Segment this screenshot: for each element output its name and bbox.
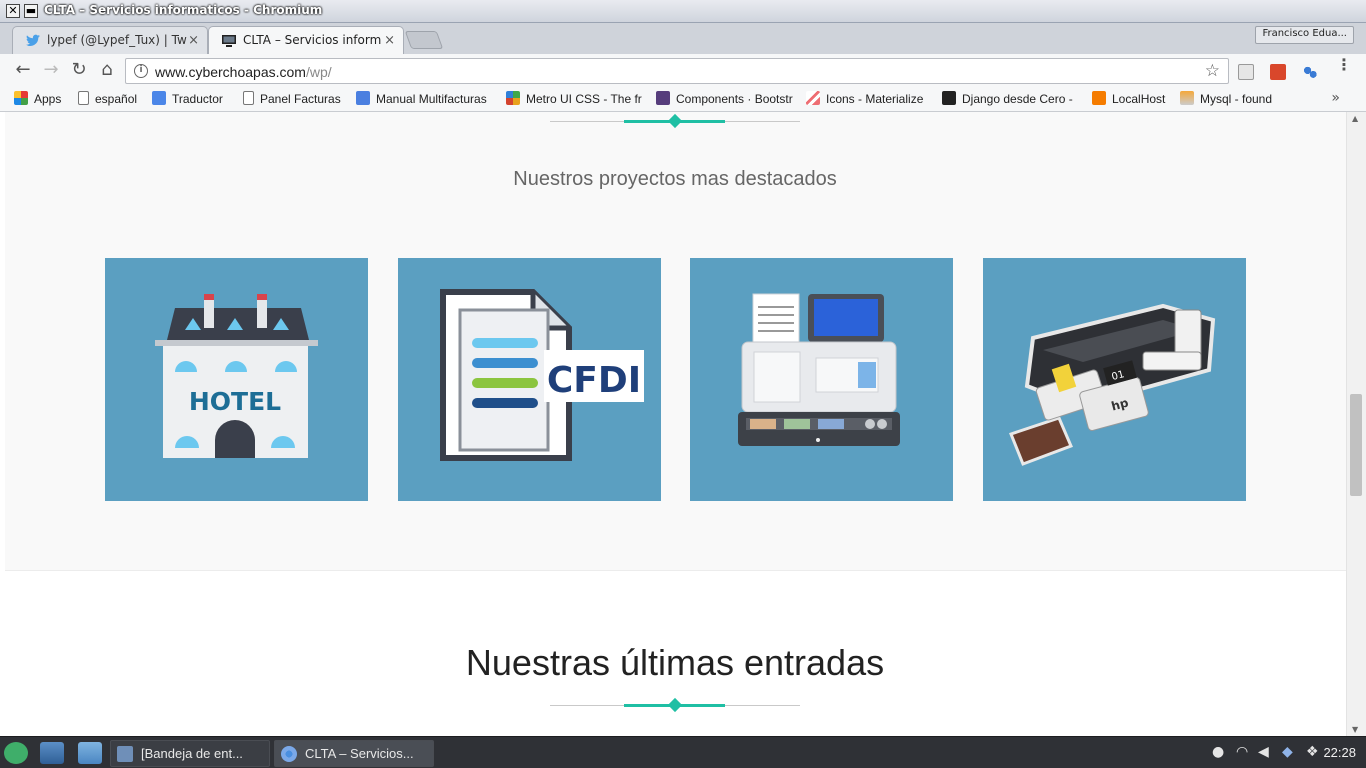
menu-icon[interactable]: ⋮ bbox=[1336, 57, 1352, 73]
chromium-icon bbox=[281, 746, 297, 762]
bookmark-metro-ui[interactable]: Metro UI CSS - The fr bbox=[506, 91, 644, 106]
new-tab-button[interactable] bbox=[404, 31, 444, 49]
start-menu-icon[interactable] bbox=[4, 742, 28, 764]
bookmark-traductor[interactable]: Traductor bbox=[152, 91, 223, 106]
cfdi-label: CFDI bbox=[547, 360, 641, 401]
bookmarks-bar: Apps español Traductor Panel Facturas Ma… bbox=[0, 87, 1366, 112]
bookmark-django[interactable]: Django desde Cero - bbox=[942, 91, 1080, 106]
user-icon[interactable]: ● bbox=[1212, 744, 1224, 760]
mail-app-icon bbox=[117, 746, 133, 762]
page-viewport: Nuestros proyectos mas destacados HOTEL bbox=[0, 112, 1346, 736]
materialize-icon bbox=[806, 91, 820, 105]
project-card-cash-register[interactable] bbox=[690, 258, 953, 501]
projects-subtitle: Nuestros proyectos mas destacados bbox=[513, 168, 837, 190]
tab-close-icon[interactable]: × bbox=[188, 33, 199, 48]
tab-clta[interactable]: CLTA – Servicios inform × bbox=[208, 26, 404, 54]
printer-cartridges-icon: hp 01 bbox=[1009, 303, 1216, 466]
bookmark-apps[interactable]: Apps bbox=[14, 91, 61, 106]
profile-button[interactable]: Francisco Edua... bbox=[1255, 26, 1354, 44]
back-button[interactable]: ← bbox=[12, 60, 34, 82]
windows-tiles-icon bbox=[506, 91, 520, 105]
bootstrap-icon bbox=[656, 91, 670, 105]
extension-page-icon[interactable] bbox=[1238, 64, 1254, 80]
project-card-printer-cartridges[interactable]: hp 01 bbox=[983, 258, 1246, 501]
extension-dots-icon[interactable] bbox=[1302, 64, 1318, 80]
bookmark-star-icon[interactable]: ☆ bbox=[1205, 61, 1220, 81]
bookmark-localhost[interactable]: LocalHost bbox=[1092, 91, 1165, 106]
project-card-hotel[interactable]: HOTEL bbox=[105, 258, 368, 501]
tab-close-icon[interactable]: × bbox=[384, 33, 395, 48]
page-icon bbox=[78, 91, 89, 105]
browser-toolbar: ← → ↻ ⌂ i www.cyberchoapas.com/wp/ ☆ ⋮ bbox=[0, 54, 1366, 87]
monitor-icon bbox=[222, 35, 236, 47]
volume-icon[interactable]: ◀ bbox=[1258, 744, 1269, 760]
bookmark-bootstrap[interactable]: Components · Bootstr bbox=[656, 91, 793, 106]
window-minimize-button[interactable]: ▬ bbox=[24, 4, 38, 18]
scroll-up-icon[interactable]: ▲ bbox=[1352, 114, 1358, 123]
bookmark-mysql[interactable]: Mysql - found bbox=[1180, 91, 1272, 106]
tab-strip: lypef (@Lypef_Tux) | Tw × CLTA – Servici… bbox=[0, 23, 1366, 54]
twitter-bird-icon bbox=[26, 34, 40, 46]
xampp-icon bbox=[1092, 91, 1106, 105]
google-translate-icon bbox=[152, 91, 166, 105]
reload-button[interactable]: ↻ bbox=[68, 60, 90, 82]
wifi-icon[interactable]: ◠ bbox=[1236, 744, 1248, 760]
hotel-sign: HOTEL bbox=[189, 387, 281, 416]
docs-icon bbox=[356, 91, 370, 105]
taskbar: [Bandeja de ent... CLTA – Servicios... ●… bbox=[0, 736, 1366, 768]
page-icon bbox=[243, 91, 254, 105]
bookmark-espanol[interactable]: español bbox=[78, 91, 137, 106]
info-icon[interactable]: i bbox=[134, 64, 148, 78]
glasses-icon bbox=[942, 91, 956, 105]
file-manager-icon[interactable] bbox=[78, 742, 102, 764]
tab-label: CLTA – Servicios inform bbox=[243, 33, 382, 47]
shield-icon[interactable]: ◆ bbox=[1282, 744, 1293, 760]
desktop-icon[interactable] bbox=[40, 742, 64, 764]
bookmark-panel-facturas[interactable]: Panel Facturas bbox=[243, 91, 341, 106]
cfdi-document-icon: CFDI bbox=[440, 289, 644, 461]
window-close-button[interactable]: ✕ bbox=[6, 4, 20, 18]
url-text[interactable]: www.cyberchoapas.com/wp/ bbox=[155, 64, 332, 80]
taskbar-task-mail[interactable]: [Bandeja de ent... bbox=[110, 740, 270, 767]
tab-twitter[interactable]: lypef (@Lypef_Tux) | Tw × bbox=[12, 26, 208, 54]
window-titlebar: ✕ ▬ CLTA – Servicios informaticos - Chro… bbox=[0, 0, 1366, 23]
cash-register-icon bbox=[738, 293, 900, 446]
latest-posts-title: Nuestras últimas entradas bbox=[465, 642, 885, 683]
extension-red-icon[interactable] bbox=[1270, 64, 1286, 80]
bookmark-manual-multifacturas[interactable]: Manual Multifacturas bbox=[356, 91, 494, 106]
section-divider-top bbox=[550, 113, 800, 129]
address-bar[interactable]: i www.cyberchoapas.com/wp/ ☆ bbox=[125, 58, 1229, 84]
page-scrollbar[interactable]: ▲ ▼ bbox=[1346, 112, 1366, 736]
bookmarks-overflow-button[interactable]: » bbox=[1331, 90, 1340, 106]
home-button[interactable]: ⌂ bbox=[96, 60, 118, 82]
forward-button[interactable]: → bbox=[40, 60, 62, 82]
hotel-building-icon: HOTEL bbox=[155, 294, 318, 458]
taskbar-task-chromium[interactable]: CLTA – Servicios... bbox=[274, 740, 434, 767]
window-title: CLTA – Servicios informaticos - Chromium bbox=[44, 3, 323, 17]
phpmyadmin-icon bbox=[1180, 91, 1194, 105]
dropbox-icon[interactable]: ❖ bbox=[1306, 744, 1319, 760]
bookmark-materialize[interactable]: Icons - Materialize bbox=[806, 91, 923, 106]
scroll-down-icon[interactable]: ▼ bbox=[1352, 725, 1358, 734]
apps-grid-icon bbox=[14, 91, 28, 105]
section-divider-bottom bbox=[550, 697, 800, 713]
clock: 22:28 bbox=[1323, 745, 1356, 760]
tab-label: lypef (@Lypef_Tux) | Tw bbox=[47, 33, 187, 47]
project-card-cfdi[interactable]: CFDI bbox=[398, 258, 661, 501]
scrollbar-thumb[interactable] bbox=[1350, 394, 1362, 496]
